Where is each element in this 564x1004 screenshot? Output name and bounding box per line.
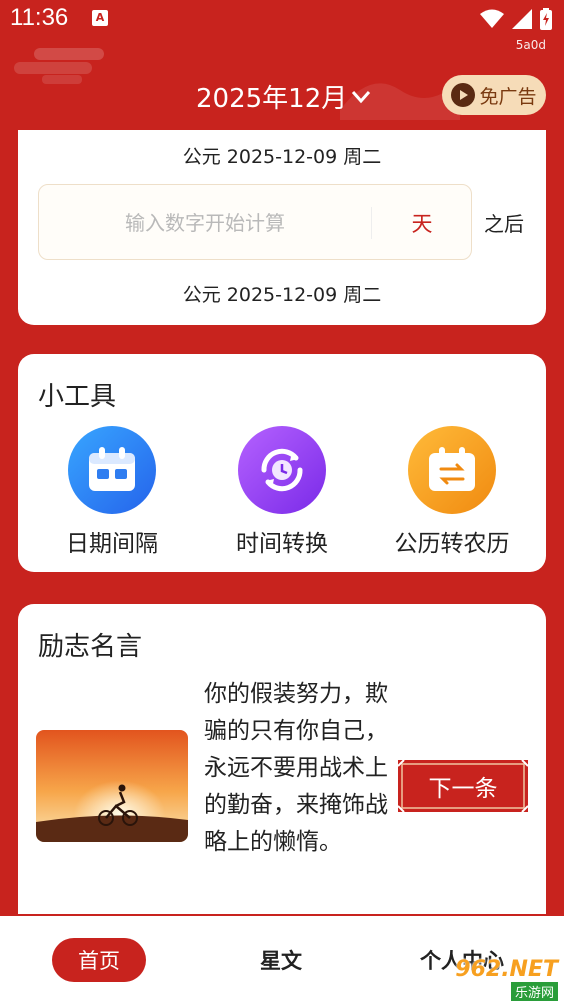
tools-card: 小工具 日期间隔 时间转换 公历转农历 xyxy=(18,354,546,572)
next-quote-label: 下一条 xyxy=(428,776,498,802)
quotes-title: 励志名言 xyxy=(38,632,143,662)
tool-date-interval[interactable]: 日期间隔 xyxy=(27,426,197,558)
status-time: 11:36 xyxy=(10,4,69,31)
tool-label: 时间转换 xyxy=(236,531,328,557)
result-date: 公元 2025-12-09 周二 xyxy=(182,284,382,306)
remove-ads-button[interactable]: 免广告 xyxy=(442,75,546,115)
date-calculator-card: 公元 2025-12-09 周二 天 之后 公元 2025-12-09 周二 xyxy=(18,130,546,325)
chevron-down-icon xyxy=(352,90,371,103)
nav-xingwen[interactable]: 星文 xyxy=(260,938,302,982)
tools-title: 小工具 xyxy=(38,382,117,412)
status-bar: 11:36 A xyxy=(0,0,564,38)
quote-text: 你的假装努力，欺骗的只有你自己，永远不要用战术上的勤奋，来掩饰战略上的懒惰。 xyxy=(204,681,388,855)
battery-icon xyxy=(540,8,552,30)
direction-selector[interactable]: 之后 xyxy=(484,208,524,237)
calendar-icon xyxy=(68,426,156,514)
play-icon xyxy=(451,83,476,107)
tool-label: 公历转农历 xyxy=(394,531,510,557)
start-date: 公元 2025-12-09 周二 xyxy=(182,146,382,168)
tool-time-convert[interactable]: 时间转换 xyxy=(197,426,367,558)
tool-solar-to-lunar[interactable]: 公历转农历 xyxy=(367,426,537,558)
cloud-decoration xyxy=(14,48,104,84)
nav-home[interactable]: 首页 xyxy=(52,938,146,982)
unit-selector[interactable]: 天 xyxy=(372,185,472,261)
wifi-icon xyxy=(480,9,504,28)
watermark-text: 962.NET xyxy=(455,957,558,982)
watermark-subtext: 乐游网 xyxy=(510,982,558,1001)
calendar-swap-icon xyxy=(408,426,496,514)
days-input[interactable] xyxy=(39,185,371,261)
next-quote-button[interactable]: 下一条 xyxy=(398,760,528,812)
clock-convert-icon xyxy=(238,426,326,514)
month-selector[interactable]: 2025年12月 xyxy=(196,78,371,115)
signal-icon xyxy=(512,9,532,29)
remove-ads-label: 免广告 xyxy=(479,85,537,108)
watermark-logo: 962.NET 乐游网 xyxy=(424,957,558,1001)
sim-app-icon: A xyxy=(92,10,108,26)
month-label: 2025年12月 xyxy=(196,84,348,114)
quotes-card: 励志名言 你的假装努力，欺骗的只有你自己，永远不要用战术上的勤奋，来掩饰战略上的… xyxy=(18,604,546,914)
status-icons xyxy=(480,8,552,30)
cyclist-sunset-image xyxy=(36,730,188,842)
tool-label: 日期间隔 xyxy=(66,531,158,557)
days-input-box: 天 xyxy=(38,184,472,261)
debug-id-text: 5a0d xyxy=(515,38,546,52)
